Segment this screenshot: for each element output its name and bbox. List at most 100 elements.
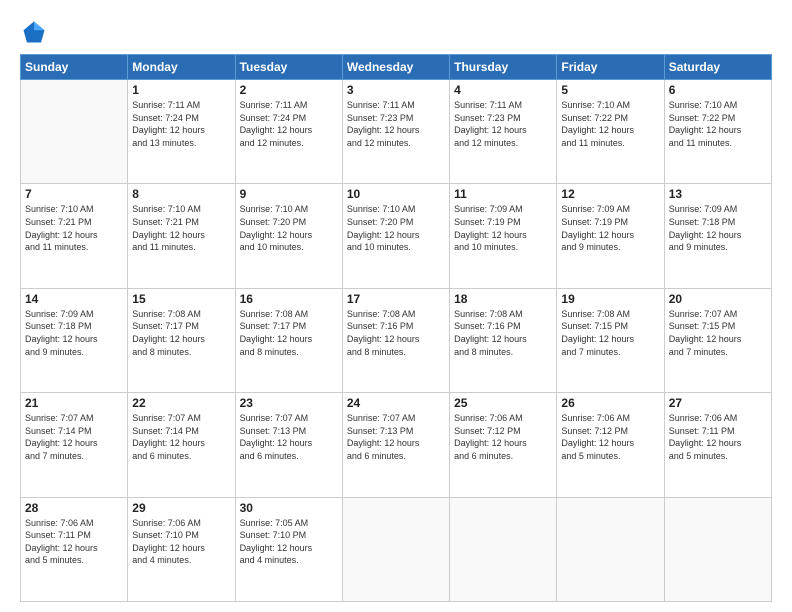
calendar-cell: 6Sunrise: 7:10 AM Sunset: 7:22 PM Daylig… [664,80,771,184]
day-info: Sunrise: 7:11 AM Sunset: 7:23 PM Dayligh… [347,99,445,149]
day-number: 29 [132,501,230,515]
calendar-cell: 11Sunrise: 7:09 AM Sunset: 7:19 PM Dayli… [450,184,557,288]
day-number: 12 [561,187,659,201]
calendar-cell: 24 Sunrise: 7:07 AM Sunset: 7:13 PM Dayli… [342,393,449,497]
calendar-cell: 12 Sunrise: 7:09 AM Sunset: 7:19 PM Dayli… [557,184,664,288]
calendar-cell: 22Sunrise: 7:07 AM Sunset: 7:14 PM Dayli… [128,393,235,497]
calendar-week-row: 1 Sunrise: 7:11 AM Sunset: 7:24 PM Daylig… [21,80,772,184]
day-info: Sunrise: 7:08 AM Sunset: 7:15 PM Dayligh… [561,308,659,358]
day-info: Sunrise: 7:06 AM Sunset: 7:11 PM Dayligh… [25,517,123,567]
calendar-cell [21,80,128,184]
day-info: Sunrise: 7:07 AM Sunset: 7:15 PM Dayligh… [669,308,767,358]
calendar-cell: 29 Sunrise: 7:06 AM Sunset: 7:10 PM Dayli… [128,497,235,601]
day-number: 20 [669,292,767,306]
calendar-cell: 30 Sunrise: 7:05 AM Sunset: 7:10 PM Dayli… [235,497,342,601]
day-info: Sunrise: 7:09 AM Sunset: 7:19 PM Dayligh… [454,203,552,253]
day-number: 17 [347,292,445,306]
weekday-header-sunday: Sunday [21,55,128,80]
calendar-cell [342,497,449,601]
logo-icon [20,18,48,46]
day-number: 23 [240,396,338,410]
calendar-cell: 18 Sunrise: 7:08 AM Sunset: 7:16 PM Dayli… [450,288,557,392]
calendar-cell [557,497,664,601]
calendar-cell: 21 Sunrise: 7:07 AM Sunset: 7:14 PM Dayli… [21,393,128,497]
day-info: Sunrise: 7:08 AM Sunset: 7:17 PM Dayligh… [240,308,338,358]
day-info: Sunrise: 7:07 AM Sunset: 7:13 PM Dayligh… [347,412,445,462]
calendar-cell: 13 Sunrise: 7:09 AM Sunset: 7:18 PM Dayli… [664,184,771,288]
day-number: 13 [669,187,767,201]
day-info: Sunrise: 7:09 AM Sunset: 7:18 PM Dayligh… [669,203,767,253]
calendar-week-row: 28 Sunrise: 7:06 AM Sunset: 7:11 PM Dayli… [21,497,772,601]
calendar-cell: 5 Sunrise: 7:10 AM Sunset: 7:22 PM Daylig… [557,80,664,184]
day-number: 30 [240,501,338,515]
day-number: 15 [132,292,230,306]
calendar-cell: 10 Sunrise: 7:10 AM Sunset: 7:20 PM Dayli… [342,184,449,288]
day-info: Sunrise: 7:11 AM Sunset: 7:23 PM Dayligh… [454,99,552,149]
page: SundayMondayTuesdayWednesdayThursdayFrid… [0,0,792,612]
day-number: 5 [561,83,659,97]
day-number: 28 [25,501,123,515]
day-info: Sunrise: 7:10 AM Sunset: 7:20 PM Dayligh… [240,203,338,253]
calendar-cell [450,497,557,601]
weekday-header-monday: Monday [128,55,235,80]
day-number: 24 [347,396,445,410]
day-info: Sunrise: 7:07 AM Sunset: 7:13 PM Dayligh… [240,412,338,462]
day-info: Sunrise: 7:05 AM Sunset: 7:10 PM Dayligh… [240,517,338,567]
day-number: 2 [240,83,338,97]
calendar-cell: 17 Sunrise: 7:08 AM Sunset: 7:16 PM Dayli… [342,288,449,392]
day-number: 1 [132,83,230,97]
calendar-cell: 15 Sunrise: 7:08 AM Sunset: 7:17 PM Dayli… [128,288,235,392]
day-info: Sunrise: 7:08 AM Sunset: 7:16 PM Dayligh… [454,308,552,358]
calendar-cell: 14Sunrise: 7:09 AM Sunset: 7:18 PM Dayli… [21,288,128,392]
day-info: Sunrise: 7:06 AM Sunset: 7:11 PM Dayligh… [669,412,767,462]
calendar-cell: 1 Sunrise: 7:11 AM Sunset: 7:24 PM Daylig… [128,80,235,184]
weekday-header-row: SundayMondayTuesdayWednesdayThursdayFrid… [21,55,772,80]
day-number: 8 [132,187,230,201]
calendar-cell: 19 Sunrise: 7:08 AM Sunset: 7:15 PM Dayli… [557,288,664,392]
day-info: Sunrise: 7:07 AM Sunset: 7:14 PM Dayligh… [132,412,230,462]
day-number: 21 [25,396,123,410]
day-info: Sunrise: 7:07 AM Sunset: 7:14 PM Dayligh… [25,412,123,462]
day-info: Sunrise: 7:10 AM Sunset: 7:21 PM Dayligh… [132,203,230,253]
weekday-header-tuesday: Tuesday [235,55,342,80]
day-info: Sunrise: 7:10 AM Sunset: 7:20 PM Dayligh… [347,203,445,253]
calendar-cell [664,497,771,601]
day-number: 18 [454,292,552,306]
day-info: Sunrise: 7:11 AM Sunset: 7:24 PM Dayligh… [132,99,230,149]
calendar-body: 1 Sunrise: 7:11 AM Sunset: 7:24 PM Daylig… [21,80,772,602]
calendar-cell: 28 Sunrise: 7:06 AM Sunset: 7:11 PM Dayli… [21,497,128,601]
day-info: Sunrise: 7:11 AM Sunset: 7:24 PM Dayligh… [240,99,338,149]
day-number: 27 [669,396,767,410]
day-info: Sunrise: 7:06 AM Sunset: 7:10 PM Dayligh… [132,517,230,567]
calendar-cell: 2 Sunrise: 7:11 AM Sunset: 7:24 PM Daylig… [235,80,342,184]
day-info: Sunrise: 7:06 AM Sunset: 7:12 PM Dayligh… [454,412,552,462]
calendar-week-row: 21 Sunrise: 7:07 AM Sunset: 7:14 PM Dayli… [21,393,772,497]
calendar-cell: 25 Sunrise: 7:06 AM Sunset: 7:12 PM Dayli… [450,393,557,497]
day-number: 25 [454,396,552,410]
calendar-table: SundayMondayTuesdayWednesdayThursdayFrid… [20,54,772,602]
calendar-cell: 23 Sunrise: 7:07 AM Sunset: 7:13 PM Dayli… [235,393,342,497]
calendar-cell: 26Sunrise: 7:06 AM Sunset: 7:12 PM Dayli… [557,393,664,497]
day-number: 4 [454,83,552,97]
day-info: Sunrise: 7:09 AM Sunset: 7:19 PM Dayligh… [561,203,659,253]
calendar-cell: 9 Sunrise: 7:10 AM Sunset: 7:20 PM Daylig… [235,184,342,288]
day-number: 3 [347,83,445,97]
day-info: Sunrise: 7:08 AM Sunset: 7:16 PM Dayligh… [347,308,445,358]
day-info: Sunrise: 7:10 AM Sunset: 7:22 PM Dayligh… [561,99,659,149]
calendar-cell: 20 Sunrise: 7:07 AM Sunset: 7:15 PM Dayli… [664,288,771,392]
day-number: 19 [561,292,659,306]
day-info: Sunrise: 7:06 AM Sunset: 7:12 PM Dayligh… [561,412,659,462]
day-info: Sunrise: 7:08 AM Sunset: 7:17 PM Dayligh… [132,308,230,358]
header [20,18,772,46]
calendar-cell: 8 Sunrise: 7:10 AM Sunset: 7:21 PM Daylig… [128,184,235,288]
calendar-cell: 7Sunrise: 7:10 AM Sunset: 7:21 PM Daylig… [21,184,128,288]
calendar-cell: 4 Sunrise: 7:11 AM Sunset: 7:23 PM Daylig… [450,80,557,184]
calendar-week-row: 14Sunrise: 7:09 AM Sunset: 7:18 PM Dayli… [21,288,772,392]
logo [20,18,54,46]
day-number: 9 [240,187,338,201]
calendar-week-row: 7Sunrise: 7:10 AM Sunset: 7:21 PM Daylig… [21,184,772,288]
calendar-cell: 27 Sunrise: 7:06 AM Sunset: 7:11 PM Dayli… [664,393,771,497]
day-info: Sunrise: 7:10 AM Sunset: 7:21 PM Dayligh… [25,203,123,253]
day-number: 10 [347,187,445,201]
day-number: 16 [240,292,338,306]
